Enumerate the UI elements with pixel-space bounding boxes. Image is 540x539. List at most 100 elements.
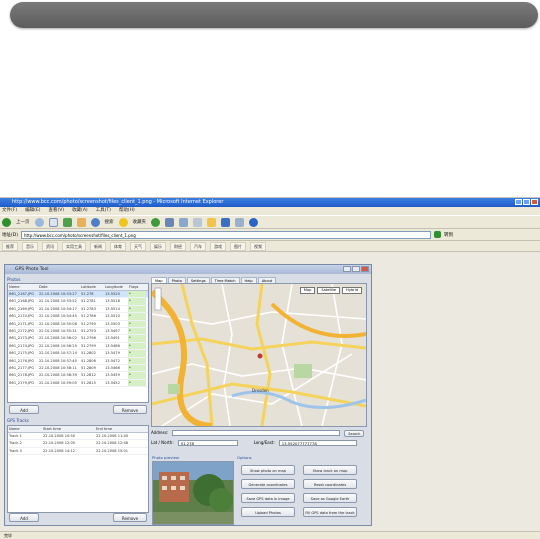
history-icon[interactable] <box>165 217 174 227</box>
link-item-5[interactable]: 体育 <box>110 241 126 251</box>
app-close-icon[interactable] <box>361 266 369 272</box>
table-row[interactable]: IMG_2167.JPG 22.10.2008 10:53:27 51.278 13.… <box>8 291 148 299</box>
table-cell: 13.5520 <box>105 292 120 296</box>
link-item-9[interactable]: 汽车 <box>190 241 206 251</box>
table-row[interactable]: IMG_2168.JPG 22.10.2008 10:53:52 51.2781 13… <box>8 298 148 306</box>
photo-table: Name Date Latitude Longitude Flags IMG_2167.J… <box>7 283 149 403</box>
close-icon[interactable] <box>531 199 538 205</box>
table-row[interactable]: IMG_2172.JPG 22.10.2008 10:55:31 51.2793 13… <box>8 327 148 336</box>
maximize-icon[interactable] <box>523 199 530 205</box>
menu-item-2[interactable]: 查看(V) <box>48 207 64 215</box>
table-row[interactable]: IMG_2175.JPG 22.10.2008 10:57:14 51.2802 13… <box>8 350 148 358</box>
table-row[interactable]: IMG_2173.JPG 22.10.2008 10:56:02 51.2796 13… <box>8 335 148 343</box>
go-icon[interactable] <box>433 231 441 238</box>
table-row[interactable]: IMG_2169.JPG 22.10.2008 10:54:17 51.2783 13… <box>8 305 148 314</box>
link-item-8[interactable]: 财经 <box>170 241 186 251</box>
table-cell: IMG_2174.JPG <box>9 343 35 348</box>
print-icon[interactable] <box>193 217 202 227</box>
search-label[interactable]: 搜索 <box>105 219 114 225</box>
table-cell: 22.10.2008 10:53:27 <box>39 292 77 296</box>
discuss-icon[interactable] <box>235 217 244 227</box>
forward-icon[interactable] <box>34 217 44 227</box>
map-type-button-0[interactable]: Map <box>299 287 316 294</box>
column-header[interactable]: Longitude <box>104 284 128 290</box>
menu-item-0[interactable]: 文件(F) <box>2 207 17 215</box>
app-maximize-icon[interactable] <box>352 266 360 272</box>
column-header[interactable]: Date <box>38 284 80 290</box>
option-button-4[interactable]: Save GPS data in image <box>241 493 295 503</box>
column-header[interactable]: Latitude <box>80 284 104 290</box>
map-address-input[interactable] <box>172 430 341 436</box>
back-label[interactable]: 上一页 <box>16 219 30 225</box>
link-item-2[interactable]: 资讯 <box>42 241 58 251</box>
map-type-button-2[interactable]: Hybrid <box>342 287 362 294</box>
lat-field[interactable]: 51.278 <box>177 440 238 446</box>
table-cell: 22.10.2008 10:54:45 <box>39 314 77 319</box>
home-icon[interactable] <box>76 217 86 227</box>
map-type-button-1[interactable]: Satellite <box>317 287 341 294</box>
menu-item-4[interactable]: 工具(T) <box>96 207 111 215</box>
table-cell: 22.10.2008 10:54:17 <box>39 306 77 311</box>
column-header[interactable]: Start time <box>42 426 95 432</box>
option-button-1[interactable]: Show track on map <box>303 465 357 475</box>
media-icon[interactable] <box>151 217 160 227</box>
link-item-0[interactable]: 推荐 <box>2 241 18 251</box>
back-icon[interactable] <box>2 217 11 227</box>
photo-preview-image <box>153 462 233 524</box>
stop-icon[interactable] <box>48 217 58 227</box>
column-header[interactable]: End time <box>95 426 148 432</box>
table-row[interactable]: IMG_2178.JPG 22.10.2008 10:58:39 51.2812 13… <box>8 372 148 380</box>
table-row[interactable]: IMG_2176.JPG 22.10.2008 10:57:40 51.2806 13… <box>8 357 148 365</box>
table-row[interactable]: IMG_2171.JPG 22.10.2008 10:55:08 51.2790 13… <box>8 320 148 328</box>
column-header[interactable]: Name <box>8 284 38 290</box>
folder-icon[interactable] <box>207 217 216 227</box>
option-button-5[interactable]: Save as Google Earth <box>303 493 357 503</box>
link-item-3[interactable]: 实用工具 <box>62 241 86 251</box>
option-button-3[interactable]: Reset coordinates <box>303 479 357 489</box>
link-item-6[interactable]: 天气 <box>130 241 146 251</box>
map-view[interactable]: Map Satellite Hybrid Dresden <box>151 283 367 427</box>
option-button-2[interactable]: Generate coordinates <box>241 479 295 489</box>
add-photo-button[interactable]: Add <box>9 405 39 414</box>
table-row[interactable]: IMG_2177.JPG 22.10.2008 10:58:11 51.2809 13… <box>8 364 148 373</box>
map-search-button[interactable]: Search <box>344 429 365 437</box>
favorites-icon[interactable] <box>118 217 128 227</box>
app-minimize-icon[interactable] <box>343 266 351 272</box>
remove-photo-button[interactable]: Remove <box>113 405 147 414</box>
edit-icon[interactable] <box>221 217 230 227</box>
column-header[interactable]: Name <box>8 426 42 432</box>
remove-track-button[interactable]: Remove <box>113 513 147 522</box>
option-button-7[interactable]: Fill GPS data from the track <box>303 507 357 517</box>
mail-icon[interactable] <box>179 217 188 227</box>
lon-field[interactable]: 13.552077777778 <box>278 440 357 446</box>
link-item-11[interactable]: 图片 <box>230 241 246 251</box>
link-item-10[interactable]: 游戏 <box>210 241 226 251</box>
refresh-icon[interactable] <box>62 217 72 227</box>
option-button-6[interactable]: Upload Photos <box>241 507 295 517</box>
table-row[interactable]: Track 3 22.10.2008 14:12 22.10.2008 15:01 <box>8 448 148 456</box>
column-header[interactable]: Flags <box>128 284 146 290</box>
link-item-4[interactable]: 新闻 <box>90 241 106 251</box>
link-item-1[interactable]: 音乐 <box>22 241 38 251</box>
option-button-0[interactable]: Show photo on map <box>241 465 295 475</box>
table-row[interactable]: IMG_2174.JPG 22.10.2008 10:56:29 51.2799 13… <box>8 342 148 351</box>
table-row[interactable]: Track 1 22.10.2008 10:50 22.10.2008 11:40 <box>8 433 148 441</box>
menu-item-5[interactable]: 帮助(H) <box>119 207 135 215</box>
link-item-12[interactable]: 视频 <box>250 241 266 251</box>
link-item-7[interactable]: 娱乐 <box>150 241 166 251</box>
table-row[interactable]: IMG_2170.JPG 22.10.2008 10:54:45 51.2786 13… <box>8 313 148 321</box>
address-input[interactable]: http://www.bcc.com/photo/screenshot/file… <box>20 230 431 239</box>
messenger-icon[interactable] <box>249 217 258 227</box>
search-icon[interactable] <box>90 217 100 227</box>
menu-item-1[interactable]: 编辑(E) <box>25 207 40 215</box>
table-row[interactable]: IMG_2179.JPG 22.10.2008 10:59:05 51.2815 13… <box>8 379 148 388</box>
minimize-icon[interactable] <box>515 199 522 205</box>
map-city-label: Dresden <box>252 388 269 393</box>
favorites-label[interactable]: 收藏夹 <box>133 219 147 225</box>
add-track-button[interactable]: Add <box>9 513 39 522</box>
table-cell: 13.5510 <box>105 314 120 319</box>
lon-label: Long/East: <box>253 440 275 445</box>
table-row[interactable]: Track 2 22.10.2008 12:05 22.10.2008 12:48 <box>8 440 148 448</box>
go-label[interactable]: 转到 <box>444 232 453 238</box>
menu-item-3[interactable]: 收藏(A) <box>72 207 88 215</box>
